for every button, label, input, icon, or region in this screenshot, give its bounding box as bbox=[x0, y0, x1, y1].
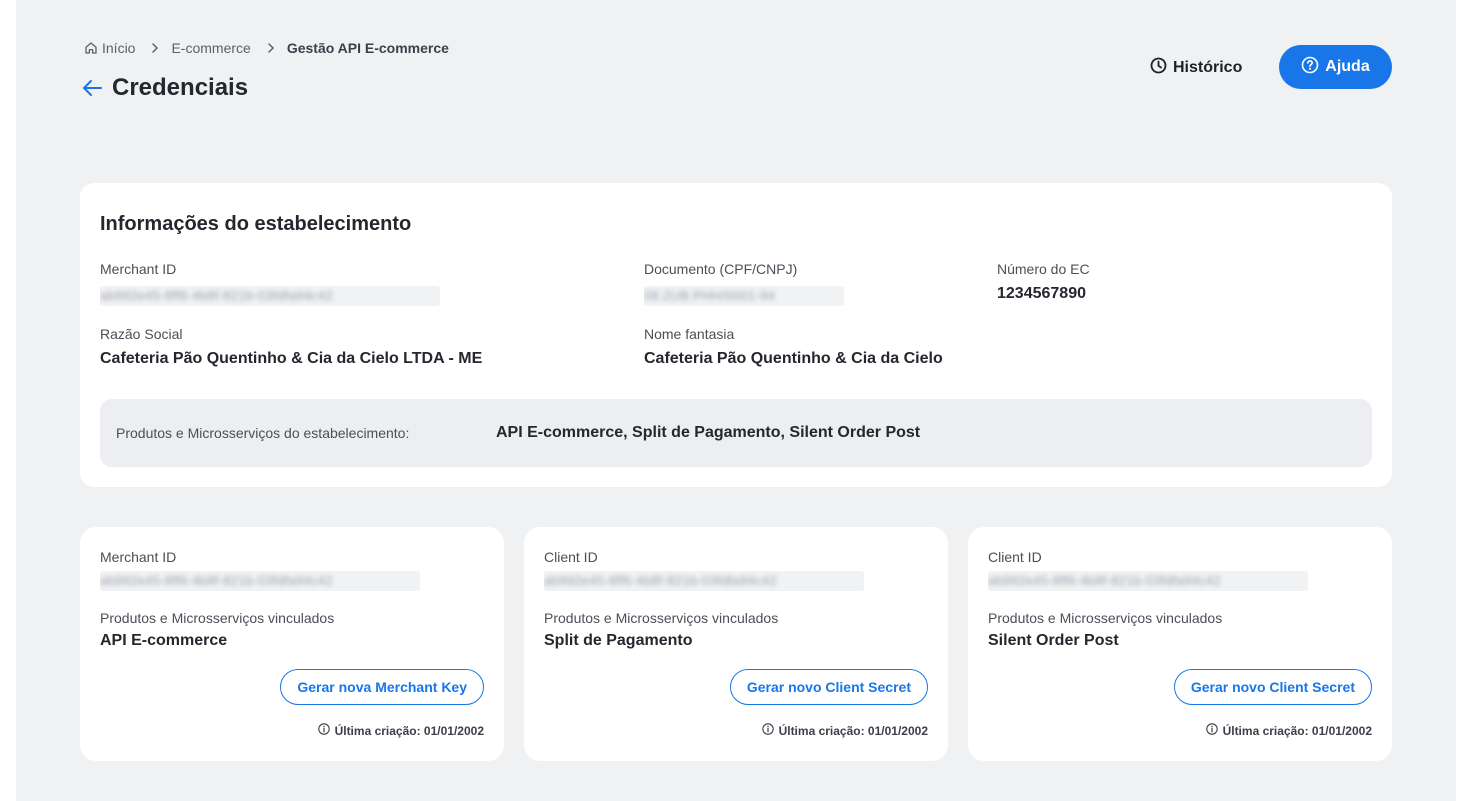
razao-social-field: Razão Social Cafeteria Pão Quentinho & C… bbox=[100, 325, 482, 369]
establishment-info-card: Informações do estabelecimento Merchant … bbox=[80, 183, 1392, 487]
credential-products-label: Produtos e Microsserviços vinculados bbox=[988, 610, 1223, 626]
credential-card-split: Client ID ab992e45-8ff6-4b8f-821b-03fdfa… bbox=[524, 527, 948, 761]
document-field: Documento (CPF/CNPJ) 08.2UB.PHH/0001-94 bbox=[644, 260, 844, 306]
credential-id-value-masked: ab992e45-8ff6-4b8f-821b-03fdfa94c42 bbox=[988, 571, 1308, 591]
credential-products-label: Produtos e Microsserviços vinculados bbox=[100, 610, 335, 626]
ec-number-field: Número do EC 1234567890 bbox=[997, 260, 1090, 304]
last-created-info: Última criação: 01/01/2002 bbox=[761, 723, 928, 738]
nome-fantasia-field: Nome fantasia Cafeteria Pão Quentinho & … bbox=[644, 325, 943, 369]
generate-merchant-key-button[interactable]: Gerar nova Merchant Key bbox=[280, 669, 484, 705]
ec-number-value: 1234567890 bbox=[997, 285, 1086, 302]
last-created-text: Última criação: 01/01/2002 bbox=[334, 723, 484, 738]
history-label: Histórico bbox=[1173, 59, 1243, 76]
breadcrumb-ecommerce[interactable]: E-commerce bbox=[171, 40, 250, 56]
title-row: Credenciais bbox=[82, 74, 248, 102]
credential-products-label: Produtos e Microsserviços vinculados bbox=[544, 610, 779, 626]
page-title: Credenciais bbox=[112, 74, 249, 101]
merchant-id-label: Merchant ID bbox=[100, 261, 177, 277]
credential-id-value-masked: ab992e45-8ff6-4b8f-821b-03fdfa94c42 bbox=[100, 571, 420, 591]
razao-social-value: Cafeteria Pão Quentinho & Cia da Cielo L… bbox=[100, 350, 483, 367]
credential-id-label: Client ID bbox=[544, 549, 598, 565]
document-label: Documento (CPF/CNPJ) bbox=[644, 261, 798, 277]
credential-products-value: API E-commerce bbox=[100, 632, 228, 649]
info-icon bbox=[317, 723, 330, 738]
credential-id-value-masked: ab992e45-8ff6-4b8f-821b-03fdfa94c42 bbox=[544, 571, 864, 591]
question-circle-icon bbox=[1301, 56, 1319, 79]
history-button[interactable]: Histórico bbox=[1150, 57, 1242, 79]
credential-card-merchant: Merchant ID ab992e45-8ff6-4b8f-821b-03fd… bbox=[80, 527, 504, 761]
breadcrumb-home-label: Início bbox=[102, 40, 136, 56]
last-created-text: Última criação: 01/01/2002 bbox=[778, 723, 928, 738]
breadcrumb-home[interactable]: Início bbox=[84, 40, 135, 56]
merchant-id-field: Merchant ID ab992e45-8ff6-4b8f-821b-03fd… bbox=[100, 260, 440, 306]
credential-products-value: Silent Order Post bbox=[988, 632, 1119, 649]
breadcrumb: Início E-commerce Gestão API E-commerce bbox=[84, 40, 449, 56]
chevron-right-icon bbox=[151, 43, 159, 53]
info-icon bbox=[761, 723, 774, 738]
nome-fantasia-label: Nome fantasia bbox=[644, 326, 735, 342]
info-icon bbox=[1205, 723, 1218, 738]
establishment-products-label: Produtos e Microsserviços do estabelecim… bbox=[116, 425, 410, 441]
home-icon bbox=[84, 41, 98, 55]
chevron-right-icon bbox=[267, 43, 275, 53]
merchant-id-value-masked: ab992e45-8ff6-4b8f-821b-03fdfa94c42 bbox=[100, 286, 440, 306]
document-value-masked: 08.2UB.PHH/0001-94 bbox=[644, 286, 844, 306]
credential-id-label: Merchant ID bbox=[100, 549, 177, 565]
establishment-info-title: Informações do estabelecimento bbox=[100, 213, 412, 235]
credential-id-label: Client ID bbox=[988, 549, 1042, 565]
last-created-text: Última criação: 01/01/2002 bbox=[1222, 723, 1372, 738]
help-label: Ajuda bbox=[1325, 58, 1370, 75]
establishment-products-value: API E-commerce, Split de Pagamento, Sile… bbox=[496, 424, 921, 441]
credential-products-value: Split de Pagamento bbox=[544, 632, 693, 649]
generate-client-secret-button[interactable]: Gerar novo Client Secret bbox=[1173, 669, 1372, 705]
generate-client-secret-button[interactable]: Gerar novo Client Secret bbox=[729, 669, 928, 705]
breadcrumb-current: Gestão API E-commerce bbox=[286, 40, 449, 56]
credential-card-silent-order-post: Client ID ab992e45-8ff6-4b8f-821b-03fdfa… bbox=[968, 527, 1392, 761]
back-arrow-icon[interactable] bbox=[82, 79, 102, 97]
clock-icon bbox=[1150, 57, 1167, 79]
last-created-info: Última criação: 01/01/2002 bbox=[1205, 723, 1372, 738]
last-created-info: Última criação: 01/01/2002 bbox=[317, 723, 484, 738]
nome-fantasia-value: Cafeteria Pão Quentinho & Cia da Cielo bbox=[644, 350, 943, 367]
razao-social-label: Razão Social bbox=[100, 326, 183, 342]
establishment-products-box: Produtos e Microsserviços do estabelecim… bbox=[100, 399, 1372, 467]
ec-number-label: Número do EC bbox=[997, 261, 1090, 277]
help-button[interactable]: Ajuda bbox=[1279, 45, 1392, 89]
